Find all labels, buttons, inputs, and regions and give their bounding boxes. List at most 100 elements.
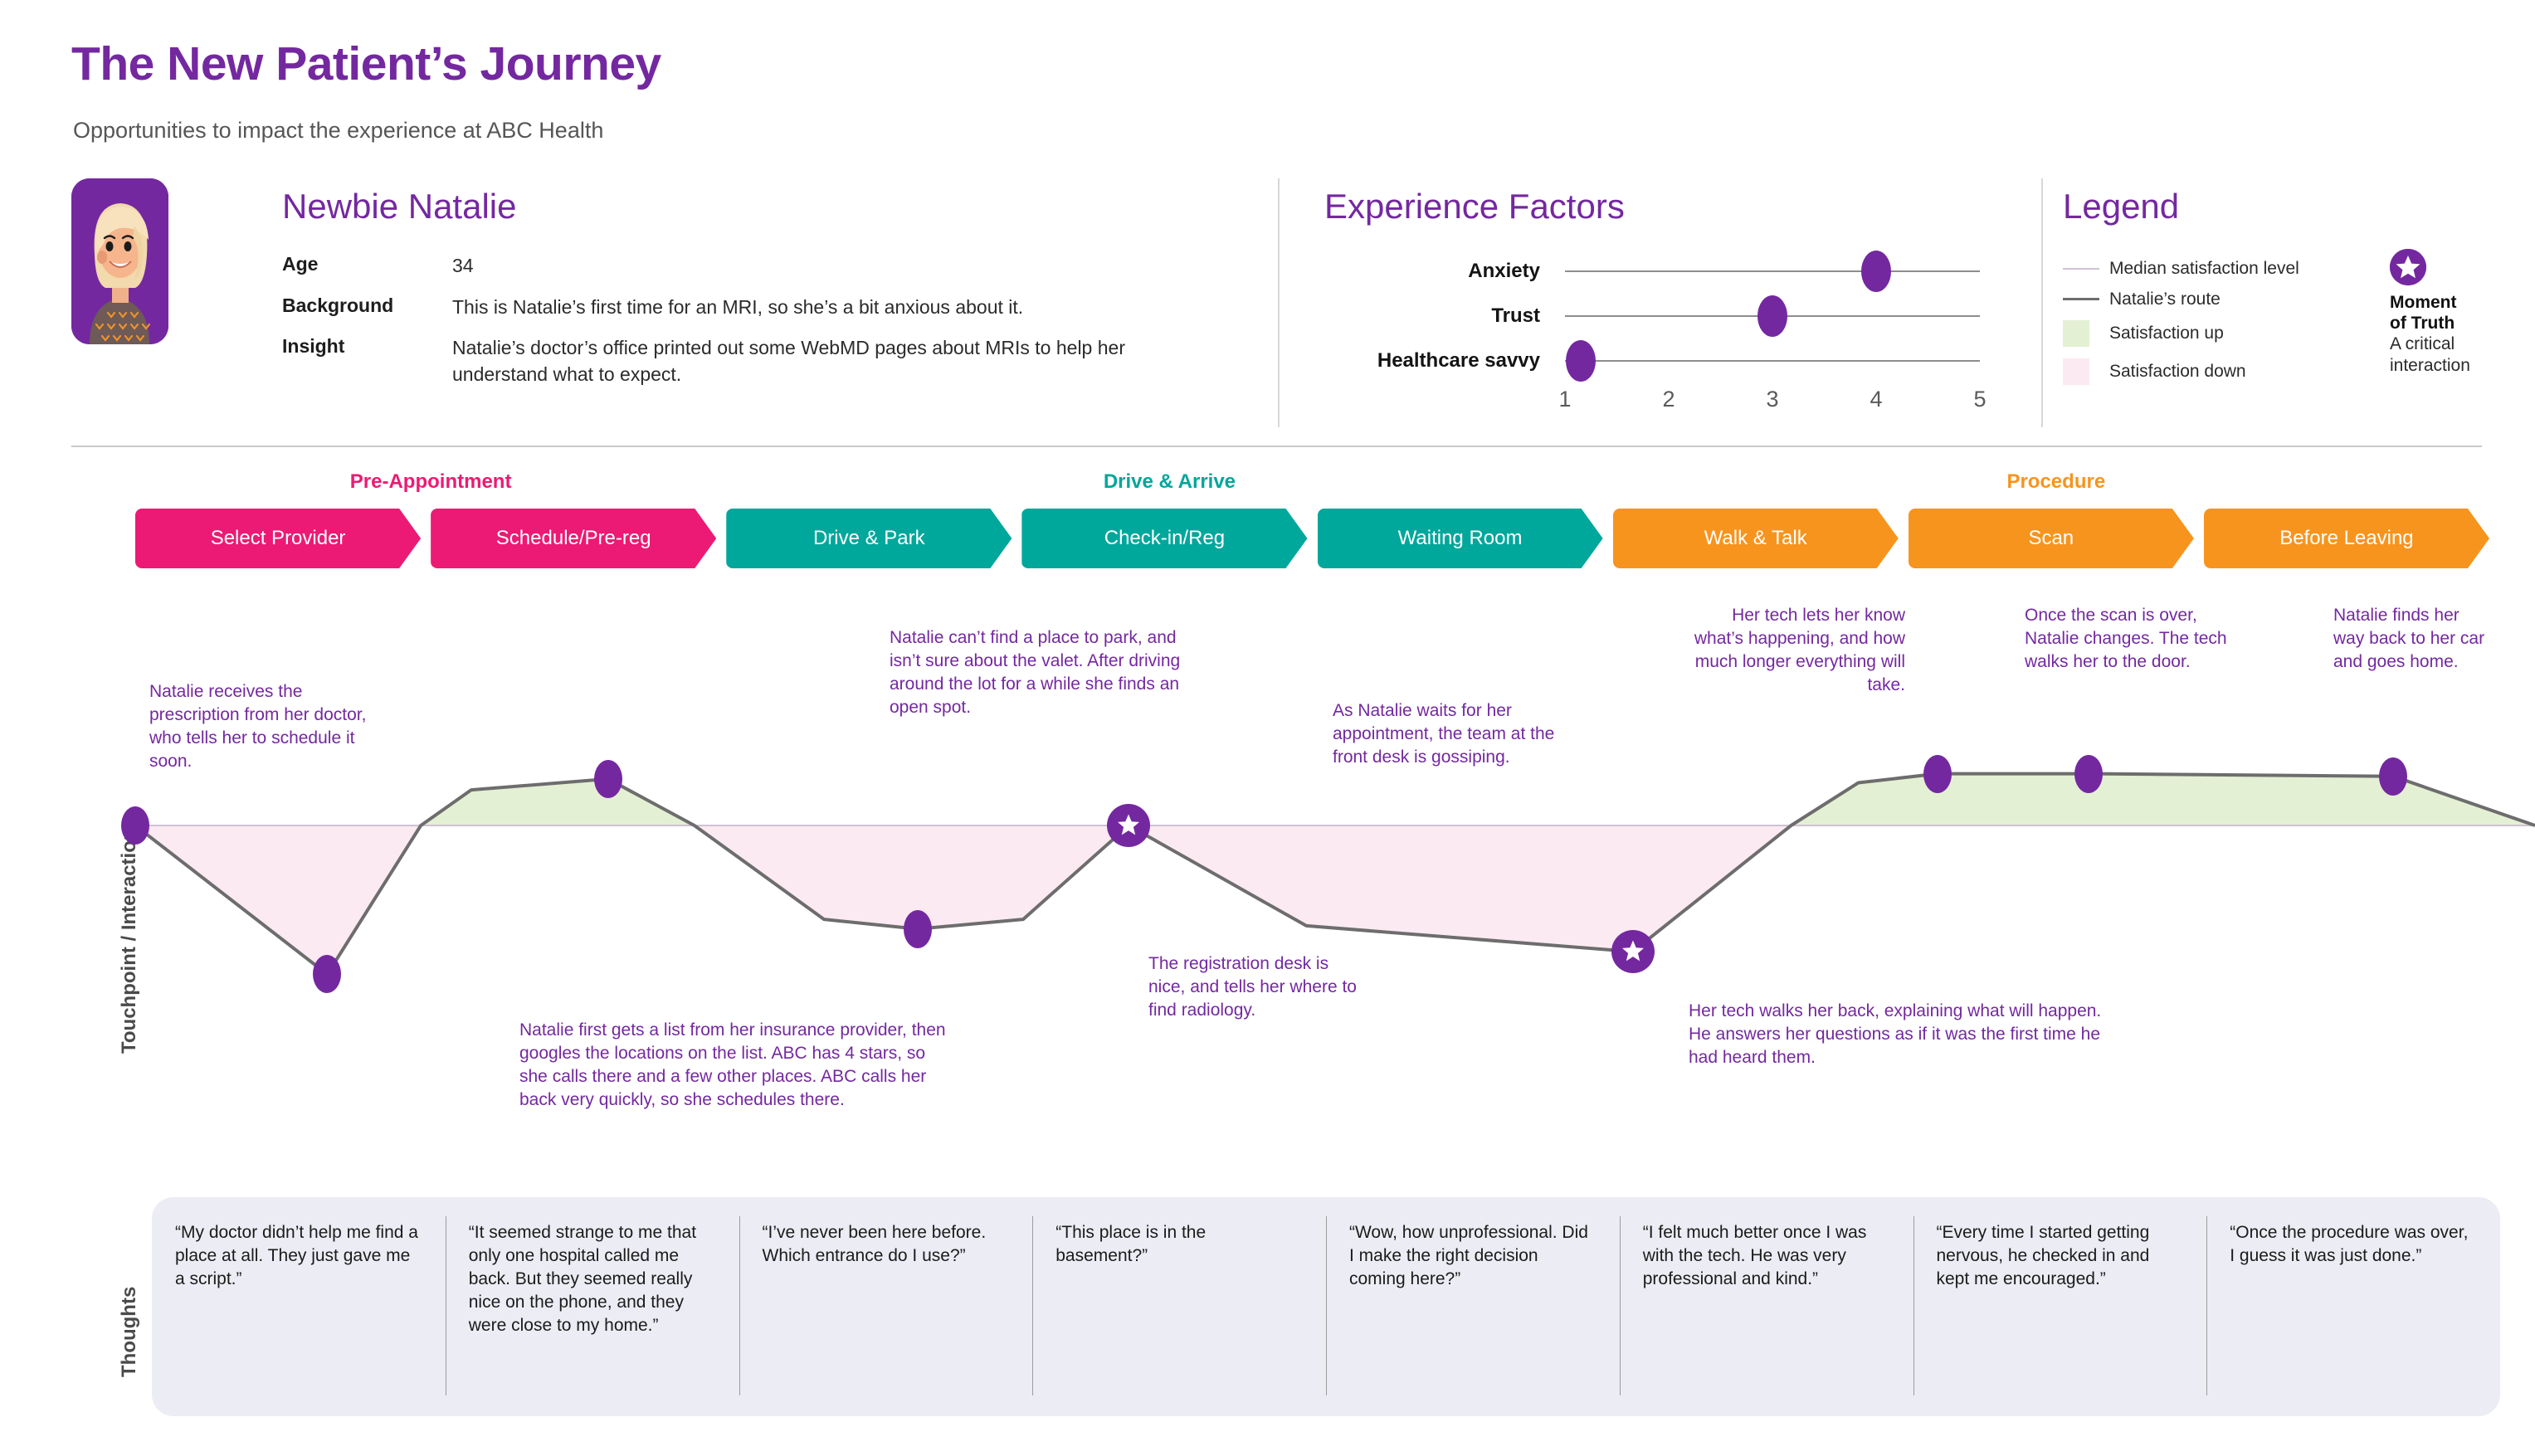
- legend-moment-of-truth: Moment of Truth A critical interaction: [2390, 249, 2531, 376]
- journey-annotation: Natalie receives the prescription from h…: [149, 682, 367, 771]
- persona-avatar-image: [71, 178, 168, 344]
- persona-field-age: Age 34: [282, 253, 1261, 280]
- factor-scale-tick: 5: [1973, 387, 1987, 411]
- legend-item-satisfaction-down: Satisfaction down: [2063, 353, 2378, 391]
- factor-label: Anxiety: [1468, 260, 1540, 282]
- phase-label-drive-arrive: Drive & Arrive: [1103, 470, 1236, 493]
- journey-stage-waiting-room[interactable]: Waiting Room: [1317, 509, 1603, 568]
- moment-of-truth-title: Moment of Truth: [2390, 292, 2531, 334]
- journey-stage-label: Waiting Room: [1397, 527, 1523, 549]
- journey-stage-check-in-reg[interactable]: Check-in/Reg: [1021, 509, 1308, 568]
- persona-name: Newbie Natalie: [282, 187, 517, 226]
- journey-point-marker[interactable]: [1923, 754, 1952, 793]
- persona-field-label: Age: [282, 253, 319, 275]
- moment-of-truth-description: A critical interaction: [2390, 334, 2531, 375]
- journey-stage-select-provider[interactable]: Select Provider: [135, 509, 422, 568]
- moment-of-truth-marker[interactable]: [1611, 930, 1655, 974]
- legend-item-satisfaction-up: Satisfaction up: [2063, 314, 2378, 353]
- factor-value-marker: [1757, 295, 1787, 337]
- journey-stage-label: Drive & Park: [812, 527, 925, 549]
- factor-scale-ticks: 1 2 3 4 5: [1558, 387, 1986, 420]
- persona-field-label: Insight: [282, 335, 345, 358]
- page-subtitle: Opportunities to impact the experience a…: [73, 118, 604, 143]
- factor-value-marker: [1861, 251, 1891, 292]
- journey-stage-schedule-pre-reg[interactable]: Schedule/Pre-reg: [431, 509, 717, 568]
- thought-item: “Once the procedure was over, I guess it…: [2230, 1223, 2469, 1265]
- journey-point-marker[interactable]: [121, 806, 149, 845]
- legend-list: Median satisfaction level Natalie’s rout…: [2063, 253, 2378, 391]
- page-title: The New Patient’s Journey: [71, 37, 661, 90]
- journey-point-marker[interactable]: [2379, 757, 2408, 796]
- factor-label: Trust: [1491, 304, 1540, 327]
- legend-item-label: Satisfaction down: [2109, 362, 2246, 381]
- journey-annotation: Her tech walks her back, explaining what…: [1689, 1001, 2102, 1067]
- journey-stage-label: Check-in/Reg: [1104, 527, 1226, 549]
- journey-annotation: The registration desk is nice, and tells…: [1148, 954, 1357, 1020]
- journey-annotation: As Natalie waits for her appointment, th…: [1333, 701, 1555, 767]
- persona-field-value: Natalie’s doctor’s office printed out so…: [452, 337, 1125, 386]
- thought-item: “My doctor didn’t help me find a place a…: [175, 1223, 418, 1288]
- section-divider: [71, 446, 2482, 447]
- journey-stage-label: Scan: [2028, 527, 2074, 549]
- legend-item-label: Natalie’s route: [2109, 289, 2221, 309]
- journey-point-marker[interactable]: [313, 955, 342, 994]
- factor-scale-tick: 3: [1766, 387, 1779, 411]
- panel-divider-right: [2041, 178, 2043, 427]
- factor-scale-tick: 2: [1662, 387, 1675, 411]
- factor-row-trust: Trust: [1324, 294, 1980, 338]
- factor-axis-line: [1565, 270, 1980, 272]
- mot-title-line2: of Truth: [2390, 314, 2455, 334]
- thought-item: “I felt much better once I was with the …: [1642, 1223, 1867, 1288]
- legend-item-label: Median satisfaction level: [2109, 258, 2299, 278]
- factor-value-marker: [1565, 340, 1596, 382]
- persona-field-background: Background This is Natalie’s first time …: [282, 295, 1261, 321]
- thought-item: “Wow, how unprofessional. Did I make the…: [1349, 1223, 1588, 1288]
- star-badge-icon: [2390, 249, 2426, 285]
- journey-point-marker[interactable]: [903, 909, 932, 948]
- thought-separator: [1913, 1216, 1914, 1395]
- legend-swatch-box: [2063, 358, 2109, 385]
- factor-row-healthcare-savvy: Healthcare savvy: [1324, 338, 1980, 383]
- legend-title: Legend: [2063, 187, 2180, 226]
- legend-swatch-line: [2063, 267, 2109, 270]
- factor-track: [1565, 294, 1980, 338]
- journey-stage-before-leaving[interactable]: Before Leaving: [2203, 509, 2489, 568]
- thought-separator: [739, 1216, 740, 1395]
- mot-title-line1: Moment: [2390, 293, 2457, 312]
- thought-separator: [2206, 1216, 2208, 1395]
- factor-track: [1565, 249, 1980, 294]
- panel-divider-left: [1278, 178, 1280, 427]
- experience-factors-chart: Anxiety Trust Healthcare savvy 1 2 3 4 5: [1324, 249, 1987, 420]
- journey-stage-walk-talk[interactable]: Walk & Talk: [1612, 509, 1899, 568]
- phase-label-procedure: Procedure: [2006, 470, 2106, 493]
- thought-item: “It seemed strange to me that only one h…: [468, 1223, 697, 1335]
- persona-card: [71, 178, 168, 344]
- journey-stage-label: Select Provider: [210, 527, 346, 549]
- journey-annotation: Natalie first gets a list from her insur…: [519, 1020, 946, 1109]
- journey-annotation: Her tech lets her know what’s happening,…: [1694, 606, 1905, 694]
- phase-label-pre-appointment: Pre-Appointment: [349, 470, 512, 493]
- journey-stage-label: Schedule/Pre-reg: [495, 527, 651, 549]
- factor-label: Healthcare savvy: [1377, 349, 1540, 372]
- persona-field-label: Background: [282, 294, 394, 316]
- legend-item-label: Satisfaction up: [2109, 324, 2224, 343]
- journey-annotation: Natalie can’t find a place to park, and …: [890, 628, 1181, 717]
- thought-separator: [1032, 1216, 1034, 1395]
- journey-stage-scan[interactable]: Scan: [1908, 509, 2194, 568]
- journey-point-marker[interactable]: [2074, 754, 2104, 793]
- axis-label-thoughts: Thoughts: [93, 1220, 140, 1402]
- journey-point-marker[interactable]: [593, 759, 622, 798]
- factor-row-anxiety: Anxiety: [1324, 249, 1980, 294]
- legend-swatch-line: [2063, 298, 2109, 300]
- persona-field-insight: Insight Natalie’s doctor’s office printe…: [282, 335, 1261, 387]
- journey-stage-row: Select Provider Schedule/Pre-reg Drive & P…: [135, 509, 2499, 568]
- persona-field-value: 34: [452, 255, 474, 276]
- factor-axis-line: [1565, 360, 1980, 362]
- moment-of-truth-marker[interactable]: [1107, 804, 1151, 847]
- persona-field-value: This is Natalie’s first time for an MRI,…: [452, 295, 1024, 318]
- factor-scale-tick: 4: [1870, 387, 1883, 411]
- journey-stage-label: Before Leaving: [2279, 527, 2414, 549]
- thought-item: “This place is in the basement?”: [1055, 1223, 1207, 1265]
- journey-stage-drive-park[interactable]: Drive & Park: [726, 509, 1012, 568]
- axis-label-text: Thoughts: [118, 1286, 140, 1377]
